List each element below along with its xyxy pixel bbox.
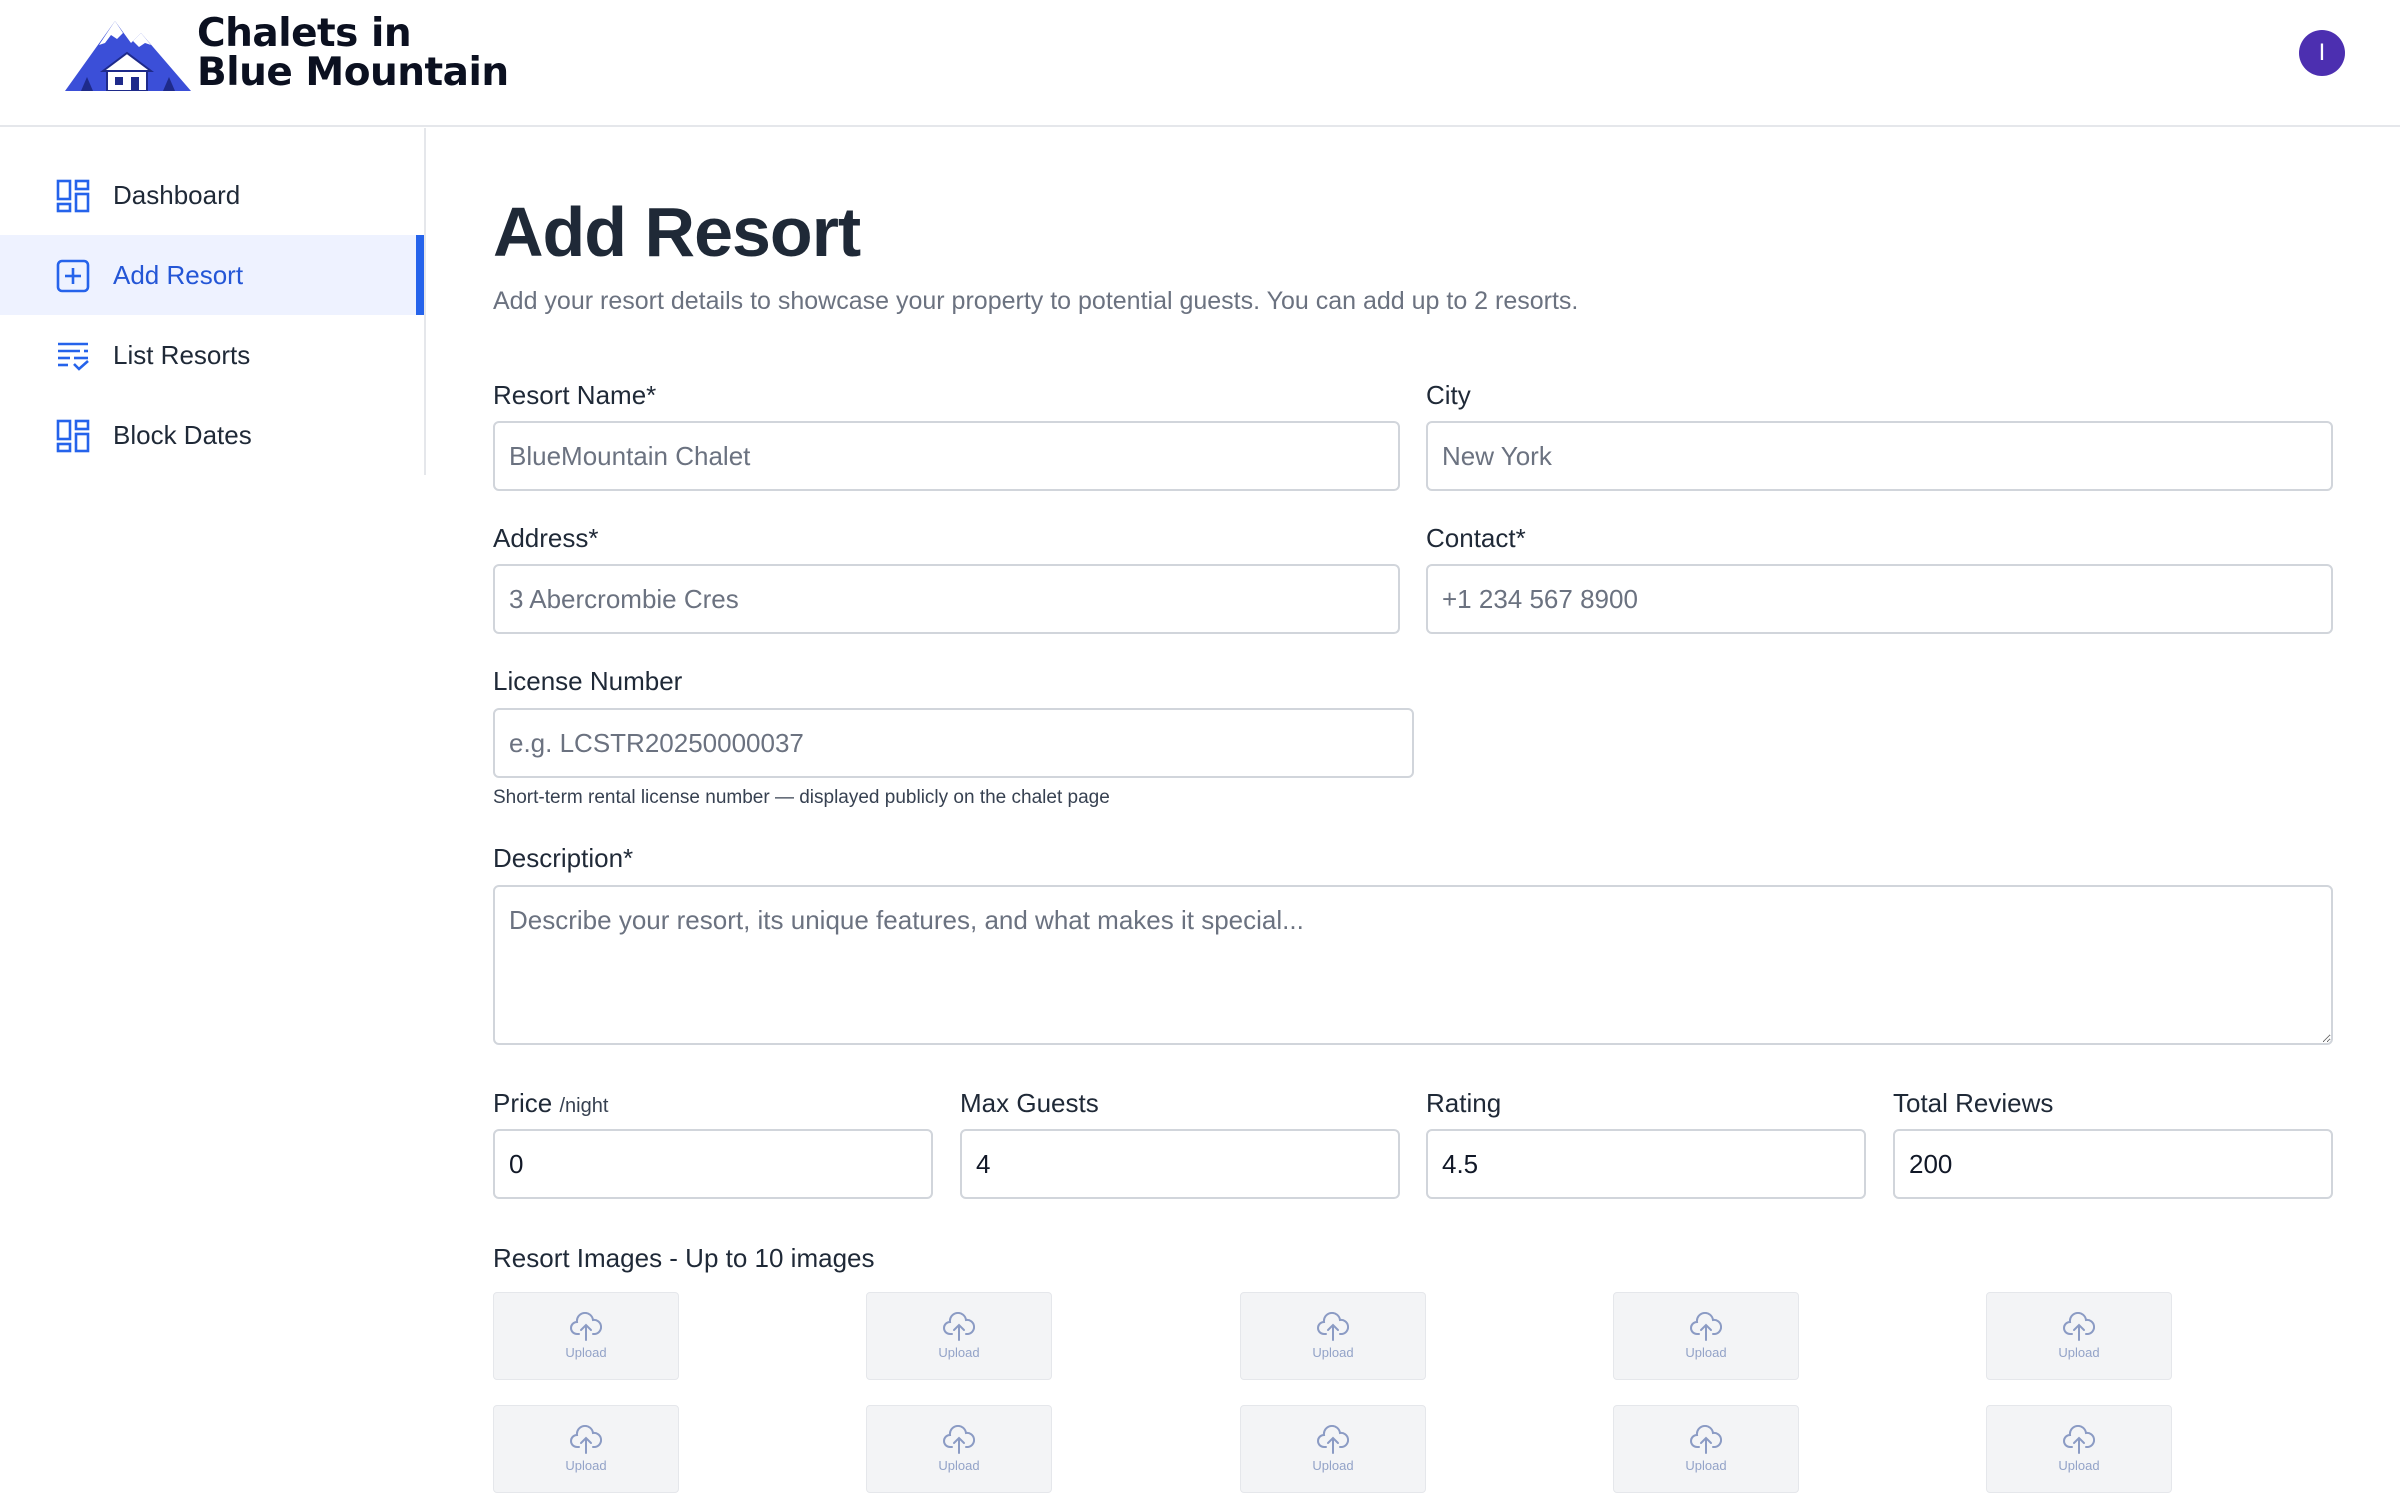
upload-slot[interactable]: Upload [1613,1292,1799,1380]
cloud-upload-icon [1317,1425,1349,1454]
total-reviews-label: Total Reviews [1893,1088,2054,1118]
sidebar-item-list-resorts[interactable]: List Resorts [0,315,424,395]
license-label: License Number [493,666,683,696]
license-input[interactable] [493,708,1414,778]
sidebar-item-label: Add Resort [113,259,244,290]
rating-input[interactable] [1426,1129,1866,1199]
list-check-icon [58,342,89,371]
cloud-upload-icon [2063,1425,2095,1454]
plus-square-icon [56,259,90,293]
dashboard-icon [56,179,90,213]
upload-slot[interactable]: Upload [866,1405,1052,1493]
resort-name-input[interactable] [493,421,1400,491]
sidebar: Dashboard Add Resort List Resorts Block … [0,128,426,475]
cloud-upload-icon [943,1312,975,1341]
price-label-text: Price [493,1088,553,1118]
app-header: Chalets in Blue Mountain I [0,0,2400,127]
cloud-upload-icon [1690,1425,1722,1454]
upload-label: Upload [938,1345,980,1360]
upload-slot[interactable]: Upload [1986,1405,2172,1493]
upload-label: Upload [1685,1458,1727,1473]
upload-label: Upload [565,1345,607,1360]
city-input[interactable] [1426,421,2333,491]
mountain-chalet-logo-icon [65,21,191,91]
sidebar-item-label: Dashboard [113,179,241,210]
user-avatar[interactable]: I [2299,30,2345,76]
upload-label: Upload [1312,1458,1354,1473]
price-input[interactable] [493,1129,933,1199]
sidebar-item-label: Block Dates [113,419,252,450]
cloud-upload-icon [1690,1312,1722,1341]
brand-line1: Chalets in [197,11,412,56]
cloud-upload-icon [570,1312,602,1341]
page-title: Add Resort [493,193,861,271]
max-guests-input[interactable] [960,1129,1400,1199]
address-label: Address* [493,523,599,553]
description-textarea[interactable] [493,885,2333,1045]
upload-label: Upload [938,1458,980,1473]
upload-slot[interactable]: Upload [1613,1405,1799,1493]
max-guests-label: Max Guests [960,1088,1099,1118]
description-label: Description* [493,843,634,873]
cloud-upload-icon [2063,1312,2095,1341]
upload-label: Upload [565,1458,607,1473]
rating-label: Rating [1426,1088,1502,1118]
upload-label: Upload [2058,1458,2100,1473]
cloud-upload-icon [570,1425,602,1454]
upload-slot[interactable]: Upload [493,1405,679,1493]
upload-slot[interactable]: Upload [1240,1405,1426,1493]
page-subtitle: Add your resort details to showcase your… [493,287,1579,315]
upload-slot[interactable]: Upload [866,1292,1052,1380]
upload-label: Upload [1312,1345,1354,1360]
resort-images-label: Resort Images - Up to 10 images [493,1243,875,1273]
price-label: Price /night [493,1088,608,1119]
upload-slot[interactable]: Upload [1240,1292,1426,1380]
city-label: City [1426,380,1471,410]
upload-slot[interactable]: Upload [493,1292,679,1380]
upload-label: Upload [1685,1345,1727,1360]
sidebar-item-label: List Resorts [113,339,251,370]
total-reviews-input[interactable] [1893,1129,2333,1199]
upload-label: Upload [2058,1345,2100,1360]
resort-name-label: Resort Name* [493,380,657,410]
brand-line2: Blue Mountain [197,50,509,95]
price-unit: /night [559,1095,609,1117]
sidebar-item-add-resort[interactable]: Add Resort [0,235,424,315]
upload-slot[interactable]: Upload [1986,1292,2172,1380]
dashboard-icon [56,419,90,453]
license-hint: Short-term rental license number — displ… [493,787,1110,808]
cloud-upload-icon [943,1425,975,1454]
sidebar-item-block-dates[interactable]: Block Dates [0,395,424,475]
brand-logo[interactable]: Chalets in Blue Mountain [63,14,509,92]
cloud-upload-icon [1317,1312,1349,1341]
address-input[interactable] [493,564,1400,634]
contact-input[interactable] [1426,564,2333,634]
sidebar-item-dashboard[interactable]: Dashboard [0,155,424,235]
contact-label: Contact* [1426,523,1526,553]
